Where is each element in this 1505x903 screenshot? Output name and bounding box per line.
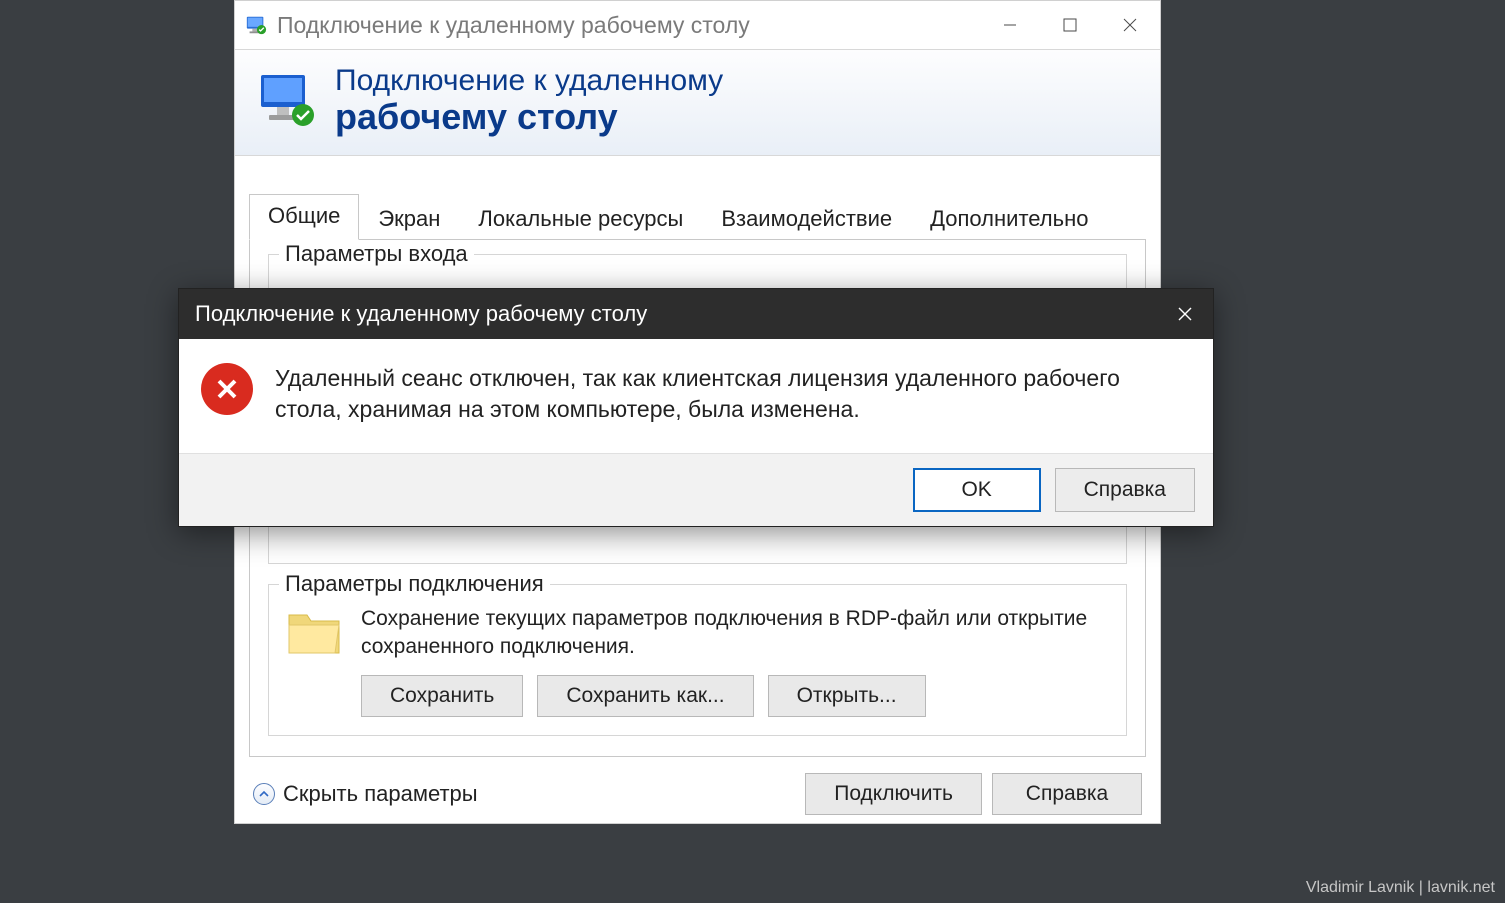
banner-line1: Подключение к удаленному — [335, 64, 723, 97]
connection-group-desc: Сохранение текущих параметров подключени… — [361, 605, 1110, 662]
login-group-title: Параметры входа — [279, 241, 474, 267]
rdp-banner-icon — [257, 71, 317, 129]
connection-group-title: Параметры подключения — [279, 571, 550, 597]
tabs-row: Общие Экран Локальные ресурсы Взаимодейс… — [249, 194, 1160, 240]
main-titlebar[interactable]: Подключение к удаленному рабочему столу — [235, 1, 1160, 49]
folder-icon — [285, 605, 343, 659]
banner-line2: рабочему столу — [335, 97, 723, 137]
toggle-options-label: Скрыть параметры — [283, 781, 478, 807]
tab-local-resources[interactable]: Локальные ресурсы — [459, 197, 702, 243]
save-button[interactable]: Сохранить — [361, 675, 523, 717]
modal-title: Подключение к удаленному рабочему столу — [195, 301, 1157, 327]
connect-button[interactable]: Подключить — [805, 773, 982, 815]
tab-advanced[interactable]: Дополнительно — [911, 197, 1107, 243]
modal-message: Удаленный сеанс отключен, так как клиент… — [275, 363, 1187, 425]
modal-ok-button[interactable]: OK — [913, 468, 1041, 512]
save-as-button[interactable]: Сохранить как... — [537, 675, 753, 717]
error-icon — [201, 363, 253, 415]
connection-groupbox: Параметры подключения Сохранение текущих… — [268, 584, 1127, 737]
tab-general[interactable]: Общие — [249, 194, 359, 240]
modal-titlebar[interactable]: Подключение к удаленному рабочему столу — [179, 289, 1213, 339]
close-button[interactable] — [1100, 1, 1160, 49]
help-button[interactable]: Справка — [992, 773, 1142, 815]
maximize-button[interactable] — [1040, 1, 1100, 49]
modal-help-button[interactable]: Справка — [1055, 468, 1195, 512]
main-window-title: Подключение к удаленному рабочему столу — [277, 12, 980, 39]
open-button[interactable]: Открыть... — [768, 675, 926, 717]
error-modal: Подключение к удаленному рабочему столу … — [178, 288, 1214, 527]
toggle-options-link[interactable]: Скрыть параметры — [253, 781, 478, 807]
main-footer: Скрыть параметры Подключить Справка — [235, 757, 1160, 823]
rdp-app-icon — [245, 14, 267, 36]
minimize-button[interactable] — [980, 1, 1040, 49]
watermark: Vladimir Lavnik | lavnik.net — [1306, 879, 1495, 897]
chevron-up-icon — [253, 783, 275, 805]
tab-experience[interactable]: Взаимодействие — [702, 197, 911, 243]
banner: Подключение к удаленному рабочему столу — [235, 49, 1160, 156]
tab-display[interactable]: Экран — [359, 197, 459, 243]
modal-close-button[interactable] — [1157, 289, 1213, 339]
